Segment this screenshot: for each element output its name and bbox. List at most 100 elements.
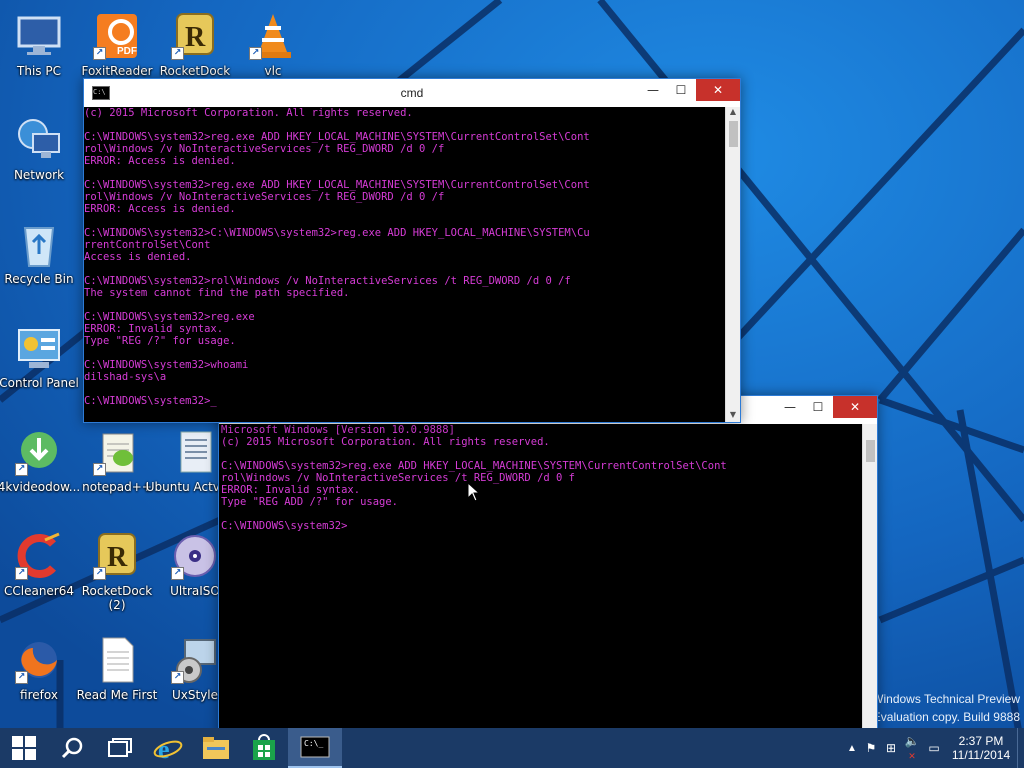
desktop-icon-label: notepad++	[82, 480, 152, 494]
svg-text:R: R	[185, 22, 206, 53]
scrollbar-thumb[interactable]	[729, 121, 738, 147]
desktop-icon-label: RocketDock (2)	[81, 584, 153, 612]
shortcut-arrow-icon: ↗	[15, 671, 28, 684]
watermark-line-1: Windows Technical Preview	[872, 692, 1020, 706]
vertical-scrollbar[interactable]	[862, 424, 877, 738]
notepadpp-icon: ↗	[93, 428, 141, 476]
desktop-icon-network[interactable]: Network	[0, 112, 78, 204]
desktop-icon-label: vlc	[264, 64, 282, 78]
cmd-window-secondary[interactable]: — ☐ ✕ Microsoft Windows [Version 10.0.98…	[218, 395, 878, 739]
recycle-bin-icon	[15, 220, 63, 268]
desktop-icon-read-me-first[interactable]: Read Me First	[76, 632, 158, 724]
scrollbar-thumb[interactable]	[866, 440, 875, 462]
shortcut-arrow-icon: ↗	[249, 47, 262, 60]
ultraiso-disc-icon: ↗	[171, 532, 219, 580]
cmd-window-main[interactable]: C:\ cmd — ☐ ✕ (c) 2015 Microsoft Corpora…	[83, 78, 741, 423]
ccleaner-icon: ↗	[15, 532, 63, 580]
vertical-scrollbar[interactable]: ▲ ▼	[725, 107, 740, 422]
svg-text:PDF: PDF	[117, 46, 137, 57]
desktop-icon-label: Read Me First	[76, 688, 158, 702]
desktop-icon-notepadpp[interactable]: ↗ notepad++	[78, 424, 156, 516]
ubuntu-activator-icon	[171, 428, 219, 476]
keyboard-icon[interactable]: ▭	[923, 741, 945, 755]
scroll-up-arrow-icon[interactable]: ▲	[726, 107, 740, 119]
desktop-icon-recycle-bin[interactable]: Recycle Bin	[0, 216, 78, 308]
close-button[interactable]: ✕	[696, 79, 740, 101]
shortcut-arrow-icon: ↗	[171, 567, 184, 580]
title-bar[interactable]: C:\ cmd — ☐ ✕	[84, 79, 740, 107]
desktop-icon-label: Control Panel	[0, 376, 79, 390]
desktop-icon-label: Network	[13, 168, 65, 182]
store-button[interactable]	[240, 728, 288, 768]
file-explorer-icon	[203, 737, 229, 759]
clock[interactable]: 2:37 PM 11/11/2014	[945, 734, 1017, 762]
minimize-button[interactable]: —	[775, 396, 805, 418]
desktop-icon-firefox[interactable]: ↗ firefox	[0, 632, 78, 724]
taskbar: e C:\_ ▲ ⚑ ⊞ 🔈✕ ▭ 2:37 PM 11/11/2014	[0, 728, 1024, 768]
network-tray-icon[interactable]: ⊞	[881, 741, 901, 755]
internet-explorer-icon: e	[153, 735, 183, 763]
desktop-icon-4kvideodownloader[interactable]: ↗ 4kvideodow...	[0, 424, 81, 516]
cmd-taskbar-button[interactable]: C:\_	[288, 728, 342, 768]
shortcut-arrow-icon: ↗	[93, 567, 106, 580]
desktop-icon-label: FoxitReader	[81, 64, 153, 78]
volume-muted-icon[interactable]: 🔈✕	[901, 734, 923, 762]
shortcut-arrow-icon: ↗	[171, 47, 184, 60]
uxstyle-icon: ↗	[171, 636, 219, 684]
mouse-cursor-icon	[467, 482, 481, 502]
cmd-icon: C:\_	[300, 736, 330, 758]
firefox-icon: ↗	[15, 636, 63, 684]
desktop-icon-this-pc[interactable]: This PC	[0, 8, 78, 100]
close-button[interactable]: ✕	[833, 396, 877, 418]
file-explorer-button[interactable]	[192, 728, 240, 768]
rocketdock-icon: R ↗	[93, 532, 141, 580]
task-view-button[interactable]	[96, 728, 144, 768]
desktop-icon-label: This PC	[17, 64, 61, 78]
scroll-down-arrow-icon[interactable]: ▼	[726, 410, 740, 422]
show-hidden-icons-chevron-icon[interactable]: ▲	[843, 743, 861, 754]
desktop-icon-label: Recycle Bin	[4, 272, 74, 286]
clock-date: 11/11/2014	[951, 748, 1011, 762]
maximize-button[interactable]: ☐	[803, 396, 833, 418]
shortcut-arrow-icon: ↗	[171, 671, 184, 684]
desktop-icon-label: CCleaner64	[3, 584, 75, 598]
desktop-icon-label: 4kvideodow...	[0, 480, 81, 494]
network-icon	[15, 116, 63, 164]
search-button[interactable]	[48, 728, 96, 768]
desktop-icon-control-panel[interactable]: Control Panel	[0, 320, 79, 412]
store-icon	[253, 734, 275, 760]
text-document-icon	[93, 636, 141, 684]
console-output[interactable]: (c) 2015 Microsoft Corporation. All righ…	[84, 107, 725, 422]
clock-time: 2:37 PM	[958, 734, 1004, 748]
desktop-icon-ccleaner64[interactable]: ↗ CCleaner64	[0, 528, 78, 620]
computer-icon	[15, 12, 63, 60]
console-output[interactable]: Microsoft Windows [Version 10.0.9888] (c…	[219, 424, 863, 738]
control-panel-icon	[15, 324, 63, 372]
svg-text:R: R	[107, 542, 128, 573]
shortcut-arrow-icon: ↗	[15, 567, 28, 580]
start-button[interactable]	[0, 728, 48, 768]
watermark-line-2: Evaluation copy. Build 9888	[872, 710, 1020, 724]
shortcut-arrow-icon: ↗	[15, 463, 28, 476]
4k-downloader-icon: ↗	[15, 428, 63, 476]
shortcut-arrow-icon: ↗	[93, 47, 106, 60]
action-center-flag-icon[interactable]: ⚑	[861, 741, 881, 755]
maximize-button[interactable]: ☐	[666, 79, 696, 101]
desktop-icon-label: RocketDock	[159, 64, 231, 78]
vlc-cone-icon: ↗	[249, 12, 297, 60]
svg-text:C:\_: C:\_	[304, 739, 323, 748]
internet-explorer-button[interactable]: e	[144, 728, 192, 768]
rocketdock-icon: R ↗	[171, 12, 219, 60]
desktop-icon-label: UltraISO	[170, 584, 220, 598]
desktop-icon-label: firefox	[20, 688, 58, 702]
windows-start-icon	[12, 736, 36, 760]
minimize-button[interactable]: —	[638, 79, 668, 101]
desktop-icon-rocketdock-2[interactable]: R ↗ RocketDock (2)	[78, 528, 156, 620]
show-desktop-button[interactable]	[1017, 728, 1024, 768]
evaluation-watermark: Windows Technical Preview Evaluation cop…	[872, 692, 1020, 724]
shortcut-arrow-icon: ↗	[93, 463, 106, 476]
task-view-icon	[108, 738, 132, 757]
search-icon	[61, 737, 83, 759]
foxit-pdf-icon: PDF ↗	[93, 12, 141, 60]
desktop-icon-label: UxStyle	[171, 688, 219, 702]
